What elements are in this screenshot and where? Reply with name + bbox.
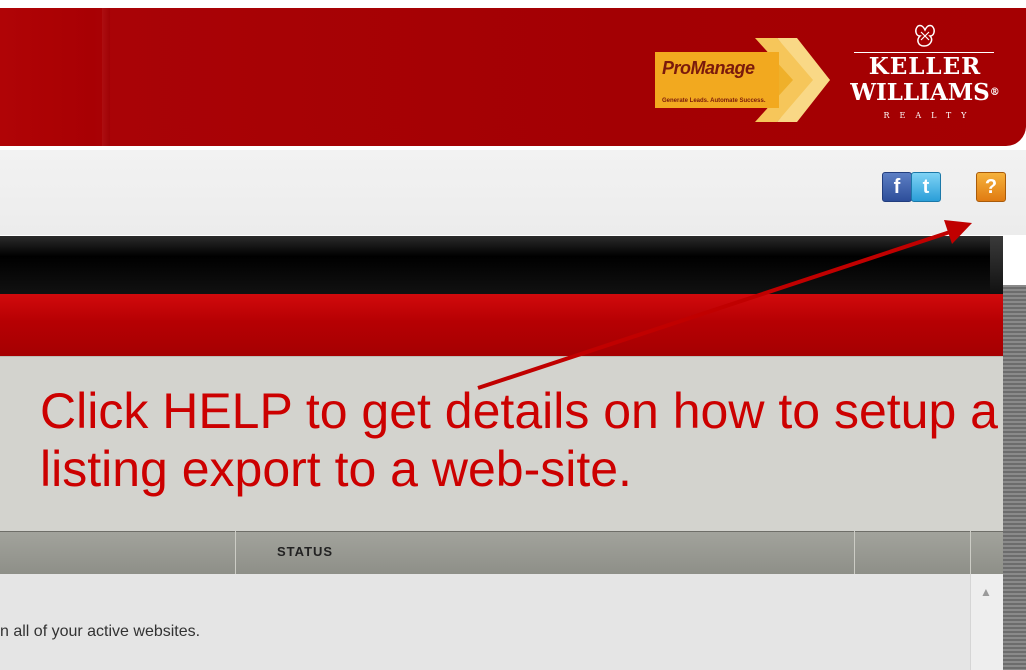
promanage-tagline: Generate Leads. Automate Success.	[662, 98, 766, 104]
kw-crest-icon	[915, 24, 935, 47]
column-divider	[970, 531, 971, 574]
twitter-button[interactable]: t	[911, 172, 941, 202]
facebook-button[interactable]: f	[882, 172, 912, 202]
kw-name-williams: WILLIAMS®	[850, 80, 1000, 106]
scroll-up-arrow-icon[interactable]: ▲	[976, 582, 996, 602]
promanage-logo[interactable]: ProManage Generate Leads. Automate Succe…	[655, 38, 830, 122]
kw-name-keller: KELLER	[868, 53, 982, 80]
twitter-icon: t	[922, 175, 930, 198]
header: ProManage Generate Leads. Automate Succe…	[0, 0, 1026, 150]
column-header-status[interactable]: STATUS	[277, 544, 333, 559]
help-button[interactable]: ?	[976, 172, 1006, 202]
kw-realty: REALTY	[883, 111, 977, 120]
kw-registered-mark: ®	[989, 87, 1000, 98]
frame-top-gap	[1003, 236, 1026, 286]
help-icon: ?	[984, 175, 998, 198]
facebook-icon: f	[893, 175, 901, 198]
main-nav-bar	[0, 236, 1003, 294]
table-row-text: n all of your active websites.	[0, 623, 201, 640]
annotation-text: Click HELP to get details on how to setu…	[40, 383, 998, 497]
keller-williams-logo[interactable]: KELLER WILLIAMS® REALTY	[850, 22, 1000, 132]
toolbar	[0, 150, 1026, 235]
promanage-title: ProManage	[662, 58, 755, 78]
frame-edge	[1003, 285, 1026, 670]
column-divider	[854, 531, 855, 574]
column-divider	[235, 531, 236, 574]
kw-williams-text: WILLIAMS	[850, 79, 990, 106]
table-header	[0, 531, 1003, 575]
promanage-arrow-icon	[655, 38, 830, 122]
table-body	[0, 574, 970, 670]
page-banner	[0, 294, 1003, 356]
